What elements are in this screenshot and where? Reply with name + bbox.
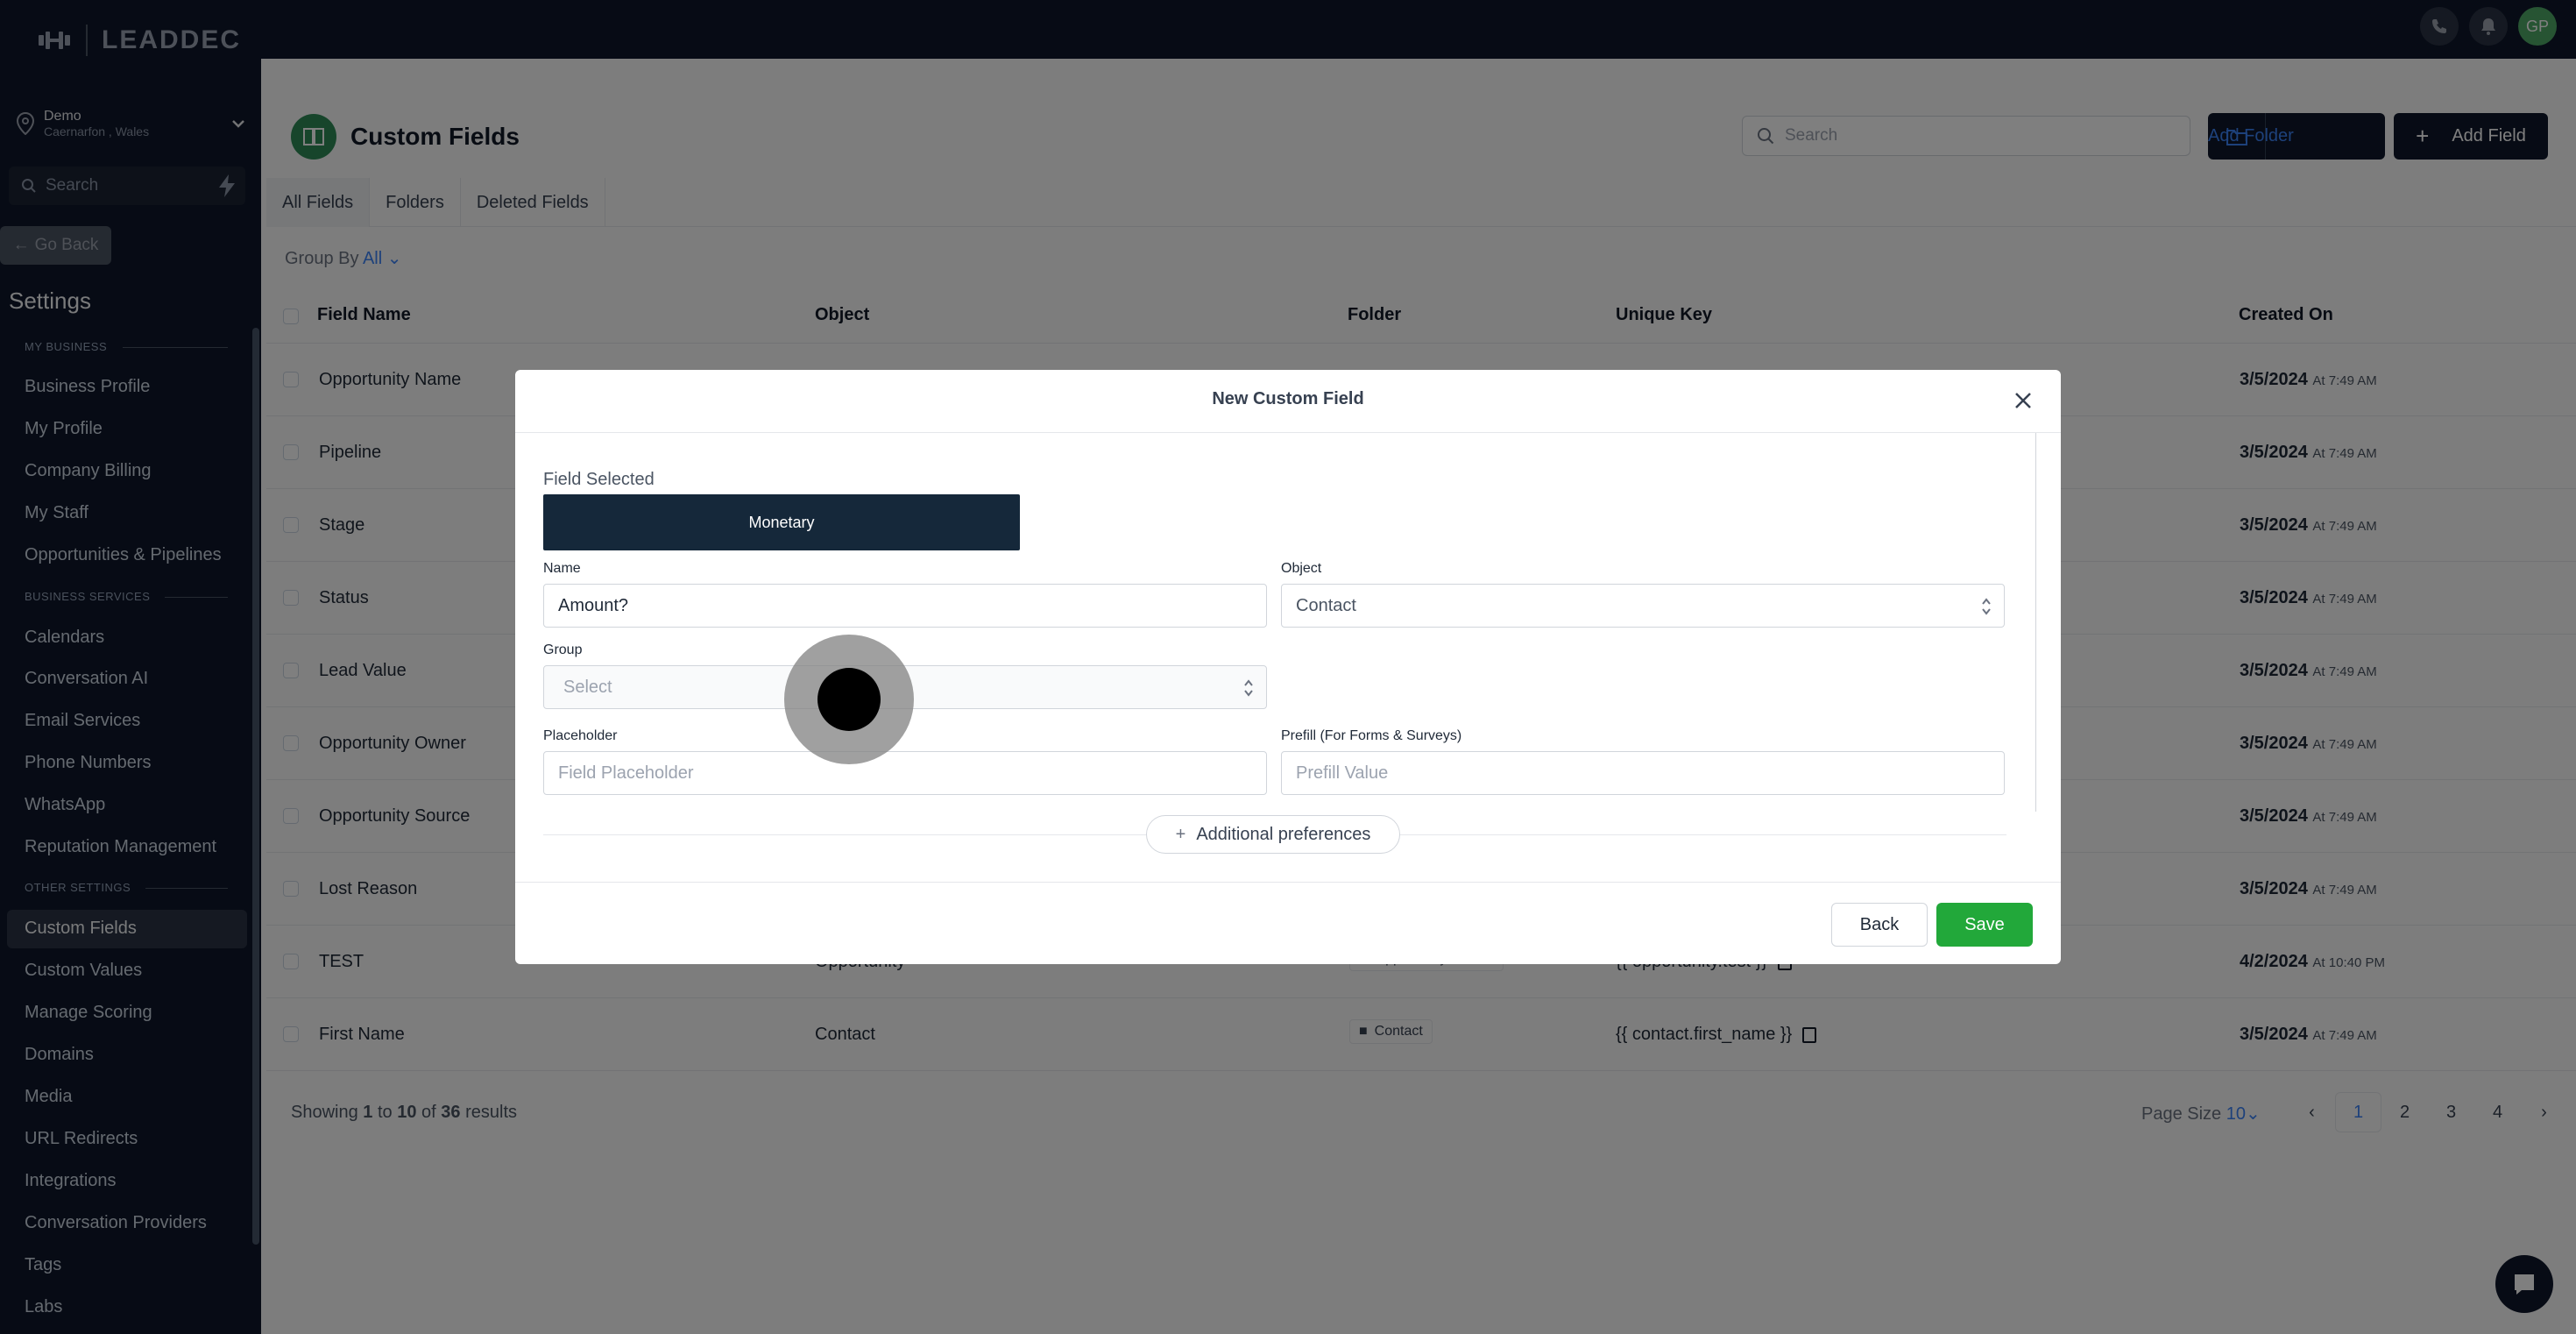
group-label: Group	[543, 642, 583, 657]
object-select-value: Contact	[1296, 595, 1356, 615]
prefill-input[interactable]: Prefill Value	[1281, 751, 2005, 795]
modal-title: New Custom Field	[1212, 389, 1364, 408]
modal-scrollbar[interactable]	[2035, 433, 2036, 812]
prefill-input-placeholder: Prefill Value	[1296, 763, 1389, 783]
name-input-value: Amount?	[558, 595, 629, 615]
field-selected-label: Field Selected	[543, 470, 655, 489]
click-indicator	[784, 635, 914, 764]
object-select[interactable]: Contact	[1281, 584, 2005, 628]
back-button[interactable]: Back	[1831, 903, 1928, 947]
additional-preferences-button[interactable]: + Additional preferences	[1146, 815, 1400, 854]
plus-icon: +	[1175, 824, 1186, 844]
click-indicator-dot	[817, 668, 881, 731]
close-icon[interactable]	[2012, 389, 2035, 412]
modal-footer-divider	[515, 882, 2061, 883]
prefill-label: Prefill (For Forms & Surveys)	[1281, 728, 1462, 743]
select-arrows-icon	[1982, 598, 1991, 615]
name-input[interactable]: Amount?	[543, 584, 1267, 628]
modal-header: New Custom Field	[515, 370, 2061, 433]
name-label: Name	[543, 561, 581, 576]
placeholder-input-placeholder: Field Placeholder	[558, 763, 694, 783]
field-type-monetary[interactable]: Monetary	[543, 494, 1020, 550]
new-custom-field-modal: New Custom Field Field Selected Monetary…	[515, 370, 2061, 964]
select-arrows-icon	[1244, 679, 1253, 697]
placeholder-input[interactable]: Field Placeholder	[543, 751, 1267, 795]
placeholder-label: Placeholder	[543, 728, 618, 743]
save-button[interactable]: Save	[1936, 903, 2033, 947]
additional-preferences-label: Additional preferences	[1196, 824, 1371, 844]
group-select-placeholder: Select	[563, 677, 612, 697]
object-label: Object	[1281, 561, 1322, 576]
